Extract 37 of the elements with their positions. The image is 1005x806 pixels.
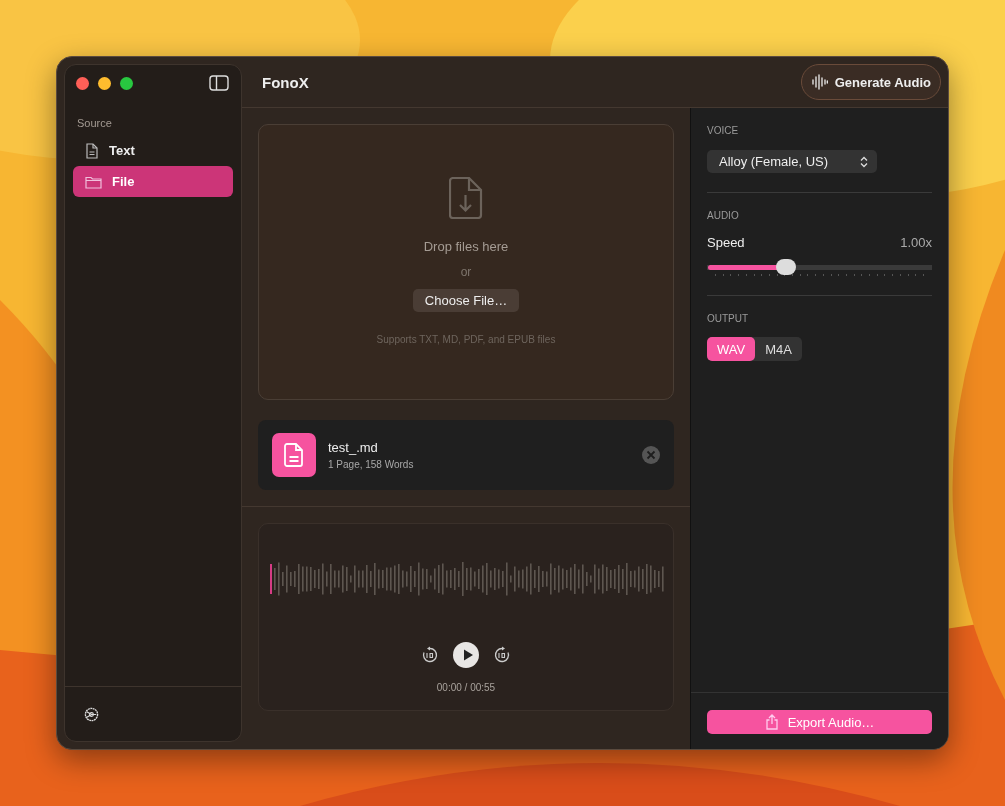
skip-back-icon[interactable] <box>421 646 439 664</box>
chevron-updown-icon <box>860 155 869 168</box>
supported-formats-text: Supports TXT, MD, PDF, and EPUB files <box>376 334 556 345</box>
file-name: test_.md <box>328 440 379 455</box>
file-details: 1 Page, 158 Words <box>328 459 414 470</box>
voice-heading: VOICE <box>707 125 740 136</box>
output-heading: OUTPUT <box>707 313 750 324</box>
format-option[interactable]: M4A <box>755 337 802 361</box>
window-title: FonoX <box>262 73 309 91</box>
minimize-button[interactable] <box>98 76 111 90</box>
generate-audio-button[interactable]: Generate Audio <box>800 64 941 100</box>
section-heading: Source <box>77 117 113 129</box>
audio-heading: AUDIO <box>707 210 740 221</box>
file-download-icon <box>449 177 483 219</box>
document-icon <box>85 142 99 159</box>
play-icon <box>462 649 473 661</box>
separator-text: or <box>460 265 472 279</box>
voice-select[interactable]: Alloy (Female, US) <box>707 150 878 173</box>
folder-icon <box>85 174 102 189</box>
sidebar-toggle-icon[interactable] <box>209 75 229 91</box>
sidebar-item[interactable]: File <box>73 166 233 197</box>
slider-handle[interactable] <box>775 259 796 275</box>
speed-value: 1.00x <box>900 235 932 250</box>
playback-time: 00:00 / 00:55 <box>436 682 496 693</box>
play-button[interactable] <box>453 642 479 668</box>
sidebar-item[interactable]: Text <box>73 135 233 166</box>
document-icon <box>272 433 316 477</box>
settings-icon[interactable] <box>84 706 99 722</box>
waveform-icon <box>811 74 828 90</box>
speed-label: Speed <box>707 235 745 250</box>
drop-zone[interactable]: Drop files here or Choose File… Supports TXT, MD, PDF, and EPUB files <box>258 124 674 400</box>
choose-file-button[interactable]: Choose File… <box>412 289 520 312</box>
zoom-button[interactable] <box>120 76 133 90</box>
close-button[interactable] <box>76 76 89 90</box>
skip-forward-icon[interactable] <box>493 646 511 664</box>
drop-title: Drop files here <box>423 239 509 254</box>
share-icon <box>764 714 779 730</box>
